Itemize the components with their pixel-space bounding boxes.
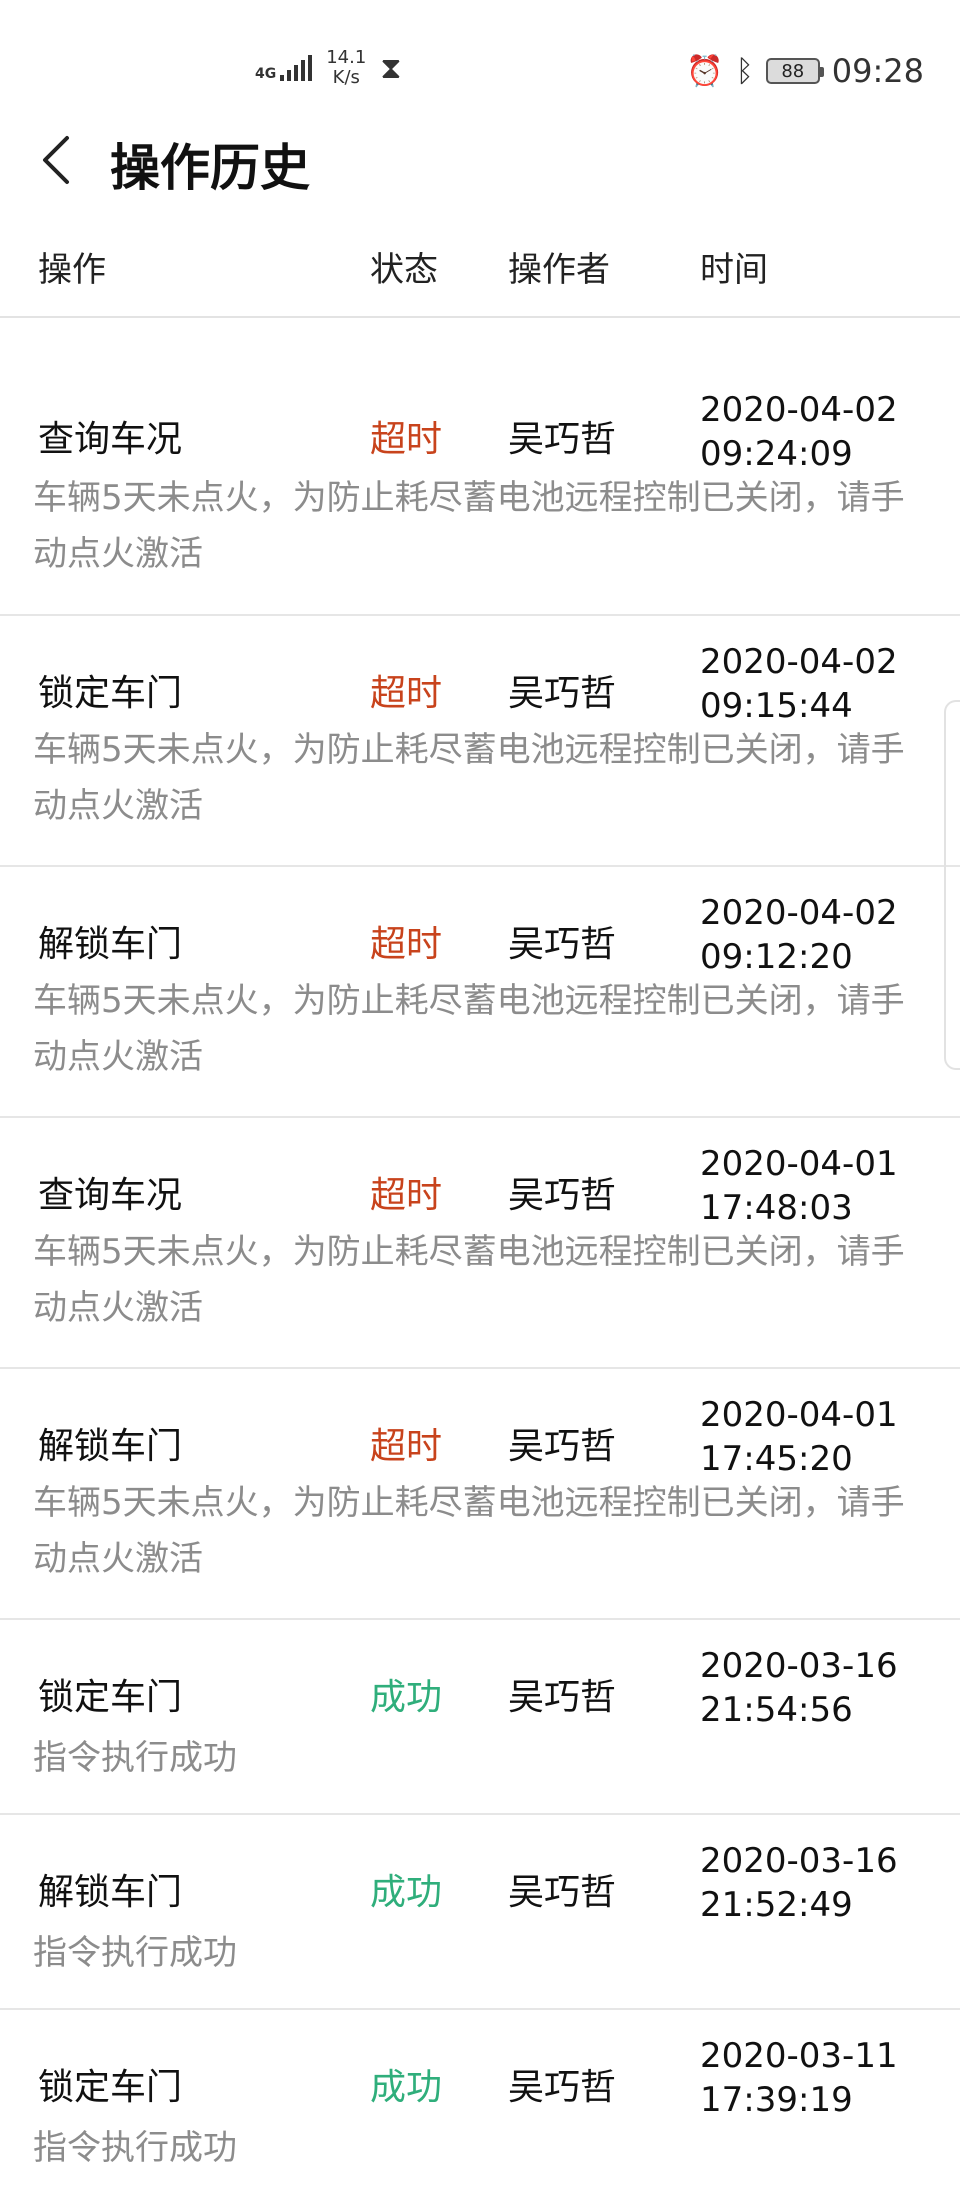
row-status: 超时 <box>370 1175 443 1216</box>
row-date: 2020-03-11 <box>700 2036 898 2076</box>
row-status: 超时 <box>370 673 443 714</box>
row-operator: 吴巧哲 <box>508 1677 617 1718</box>
network-speed: 14.1 K/s <box>326 48 366 88</box>
bluetooth-icon: ᛒ <box>735 53 754 89</box>
column-headers: 操作 状态 操作者 时间 <box>0 230 960 318</box>
row-description: 车辆5天未点火，为防止耗尽蓄电池远程控制已关闭，请手动点火激活 <box>33 730 905 826</box>
history-row[interactable]: 解锁车门 超时 吴巧哲 2020-04-02 09:12:20 车辆5天未点火，… <box>0 867 960 1118</box>
row-operation: 解锁车门 <box>38 1426 183 1467</box>
history-row[interactable]: 锁定车门 成功 吴巧哲 2020-03-16 21:54:56 指令执行成功 <box>0 1620 960 1815</box>
status-bar-right: ⏰ ᛒ 88 09:28 <box>686 52 924 90</box>
signal-icon <box>280 55 313 81</box>
row-clock: 21:52:49 <box>700 1885 853 1925</box>
status-bar-center: 4G 14.1 K/s ⧗ <box>255 48 401 88</box>
row-status: 超时 <box>370 1426 443 1467</box>
row-time: 2020-04-01 17:48:03 <box>700 1142 898 1230</box>
row-status: 超时 <box>370 924 443 965</box>
status-bar: 4G 14.1 K/s ⧗ ⏰ ᛒ 88 09:28 <box>0 0 960 140</box>
hourglass-icon: ⧗ <box>380 50 402 86</box>
row-operator: 吴巧哲 <box>508 2067 617 2108</box>
history-row[interactable]: 锁定车门 成功 吴巧哲 2020-03-11 17:39:19 指令执行成功 <box>0 2010 960 2205</box>
row-date: 2020-04-02 <box>700 642 898 682</box>
row-date: 2020-04-01 <box>700 1395 898 1435</box>
row-operator: 吴巧哲 <box>508 924 617 965</box>
row-clock: 21:54:56 <box>700 1690 853 1730</box>
column-header-operation: 操作 <box>38 250 106 290</box>
signal-indicator: 4G <box>255 55 313 82</box>
row-time: 2020-04-02 09:15:44 <box>700 640 898 728</box>
chevron-left-icon <box>43 136 69 184</box>
row-status: 成功 <box>370 1872 443 1913</box>
row-date: 2020-04-01 <box>700 1144 898 1184</box>
row-time: 2020-03-11 17:39:19 <box>700 2034 898 2122</box>
speed-unit: K/s <box>332 67 360 88</box>
row-date: 2020-04-02 <box>700 893 898 933</box>
row-operation: 锁定车门 <box>38 1677 183 1718</box>
row-time: 2020-04-02 09:24:09 <box>700 388 898 476</box>
row-operator: 吴巧哲 <box>508 673 617 714</box>
row-status: 成功 <box>370 2067 443 2108</box>
alarm-icon: ⏰ <box>686 53 724 89</box>
row-operator: 吴巧哲 <box>508 419 617 460</box>
row-operation: 锁定车门 <box>38 673 183 714</box>
row-date: 2020-03-16 <box>700 1646 898 1686</box>
row-description: 车辆5天未点火，为防止耗尽蓄电池远程控制已关闭，请手动点火激活 <box>33 1232 905 1328</box>
row-status: 成功 <box>370 1677 443 1718</box>
row-time: 2020-03-16 21:54:56 <box>700 1644 898 1732</box>
battery-level: 88 <box>781 60 805 82</box>
row-operation: 锁定车门 <box>38 2067 183 2108</box>
speed-value: 14.1 <box>326 47 367 68</box>
row-description: 车辆5天未点火，为防止耗尽蓄电池远程控制已关闭，请手动点火激活 <box>33 1483 905 1579</box>
network-type-label: 4G <box>255 66 277 82</box>
battery-icon: 88 <box>765 58 824 84</box>
row-status: 超时 <box>370 419 443 460</box>
row-operation: 查询车况 <box>38 1175 183 1216</box>
row-operation: 解锁车门 <box>38 924 183 965</box>
row-clock: 17:39:19 <box>700 2080 853 2120</box>
scroll-handle[interactable] <box>944 700 960 1070</box>
history-row[interactable]: 解锁车门 成功 吴巧哲 2020-03-16 21:52:49 指令执行成功 <box>0 1815 960 2010</box>
row-operator: 吴巧哲 <box>508 1872 617 1913</box>
row-description: 指令执行成功 <box>33 1738 237 1778</box>
row-date: 2020-04-02 <box>700 390 898 430</box>
row-description: 车辆5天未点火，为防止耗尽蓄电池远程控制已关闭，请手动点火激活 <box>33 478 905 574</box>
page-title: 操作历史 <box>110 139 310 197</box>
row-date: 2020-03-16 <box>700 1841 898 1881</box>
row-operator: 吴巧哲 <box>508 1426 617 1467</box>
row-time: 2020-04-01 17:45:20 <box>700 1393 898 1481</box>
row-operation: 查询车况 <box>38 419 183 460</box>
row-description: 车辆5天未点火，为防止耗尽蓄电池远程控制已关闭，请手动点火激活 <box>33 981 905 1077</box>
history-row[interactable]: 解锁车门 超时 吴巧哲 2020-04-01 17:45:20 车辆5天未点火，… <box>0 1369 960 1620</box>
history-row[interactable]: 锁定车门 超时 吴巧哲 2020-04-02 09:15:44 车辆5天未点火，… <box>0 616 960 867</box>
row-operator: 吴巧哲 <box>508 1175 617 1216</box>
history-row[interactable]: 查询车况 超时 吴巧哲 2020-04-01 17:48:03 车辆5天未点火，… <box>0 1118 960 1369</box>
app-header: 操作历史 <box>0 120 960 200</box>
row-description: 指令执行成功 <box>33 1933 237 1973</box>
back-button[interactable] <box>30 130 80 190</box>
row-operation: 解锁车门 <box>38 1872 183 1913</box>
column-header-operator: 操作者 <box>508 250 610 290</box>
column-header-time: 时间 <box>700 250 768 290</box>
row-time: 2020-04-02 09:12:20 <box>700 891 898 979</box>
row-time: 2020-03-16 21:52:49 <box>700 1839 898 1927</box>
history-row[interactable]: 查询车况 超时 吴巧哲 2020-04-02 09:24:09 车辆5天未点火，… <box>0 318 960 616</box>
row-description: 指令执行成功 <box>33 2128 237 2168</box>
column-header-status: 状态 <box>370 250 438 290</box>
status-time: 09:28 <box>831 52 924 90</box>
